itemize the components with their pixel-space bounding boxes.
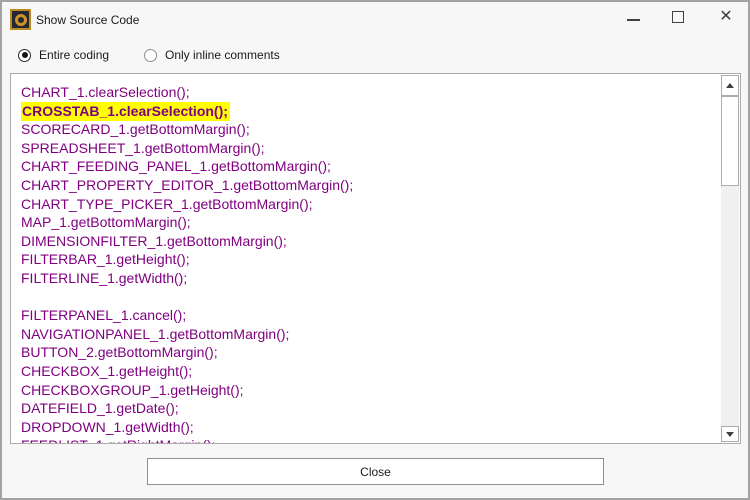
code-line: CHECKBOXGROUP_1.getHeight();	[21, 381, 716, 400]
arrow-down-icon	[726, 432, 734, 437]
window-title: Show Source Code	[36, 13, 139, 27]
code-line: CHECKBOX_1.getHeight();	[21, 362, 716, 381]
code-line: NAVIGATIONPANEL_1.getBottomMargin();	[21, 325, 716, 344]
scrollbar-thumb[interactable]	[721, 96, 739, 186]
maximize-icon	[672, 11, 684, 23]
code-line: CHART_TYPE_PICKER_1.getBottomMargin();	[21, 195, 716, 214]
code-line: CHART_FEEDING_PANEL_1.getBottomMargin();	[21, 157, 716, 176]
minimize-button[interactable]	[616, 2, 650, 32]
radio-selected-icon	[18, 49, 31, 62]
close-button[interactable]: Close	[147, 458, 604, 485]
radio-only-inline-comments-label: Only inline comments	[165, 48, 280, 62]
arrow-up-icon	[726, 83, 734, 88]
minimize-icon	[627, 19, 640, 21]
code-line: FILTERBAR_1.getHeight();	[21, 250, 716, 269]
code-line: CHART_1.clearSelection();	[21, 83, 716, 102]
app-logo-icon	[10, 9, 31, 30]
code-line: SPREADSHEET_1.getBottomMargin();	[21, 139, 716, 158]
code-line-highlighted: CROSSTAB_1.clearSelection();	[21, 102, 716, 121]
radio-unselected-icon	[144, 49, 157, 62]
show-source-code-dialog: Show Source Code ✕ Entire coding Only in…	[0, 0, 750, 500]
titlebar[interactable]: Show Source Code ✕	[2, 2, 748, 40]
code-line: FILTERPANEL_1.cancel();	[21, 306, 716, 325]
code-line: DROPDOWN_1.getWidth();	[21, 418, 716, 437]
code-line: CHART_PROPERTY_EDITOR_1.getBottomMargin(…	[21, 176, 716, 195]
code-lines: CHART_1.clearSelection();CROSSTAB_1.clea…	[21, 83, 716, 444]
radio-entire-coding[interactable]: Entire coding	[18, 48, 109, 62]
maximize-button[interactable]	[661, 2, 695, 32]
source-code-panel[interactable]: CHART_1.clearSelection();CROSSTAB_1.clea…	[10, 73, 741, 444]
code-line: MAP_1.getBottomMargin();	[21, 213, 716, 232]
code-line: DIMENSIONFILTER_1.getBottomMargin();	[21, 232, 716, 251]
radio-entire-coding-label: Entire coding	[39, 48, 109, 62]
scroll-down-button[interactable]	[721, 426, 739, 442]
scroll-up-button[interactable]	[721, 75, 739, 96]
close-icon: ✕	[719, 9, 732, 25]
radio-only-inline-comments[interactable]: Only inline comments	[144, 48, 280, 62]
code-line: DATEFIELD_1.getDate();	[21, 399, 716, 418]
code-line: FILTERLINE_1.getWidth();	[21, 269, 716, 288]
code-line	[21, 288, 716, 307]
code-line: BUTTON_2.getBottomMargin();	[21, 343, 716, 362]
vertical-scrollbar[interactable]	[721, 75, 739, 442]
gold-ring-icon	[15, 14, 27, 26]
code-line: SCORECARD_1.getBottomMargin();	[21, 120, 716, 139]
code-line: FEEDLIST_1.getRightMargin();	[21, 436, 716, 444]
close-window-button[interactable]: ✕	[709, 2, 743, 32]
